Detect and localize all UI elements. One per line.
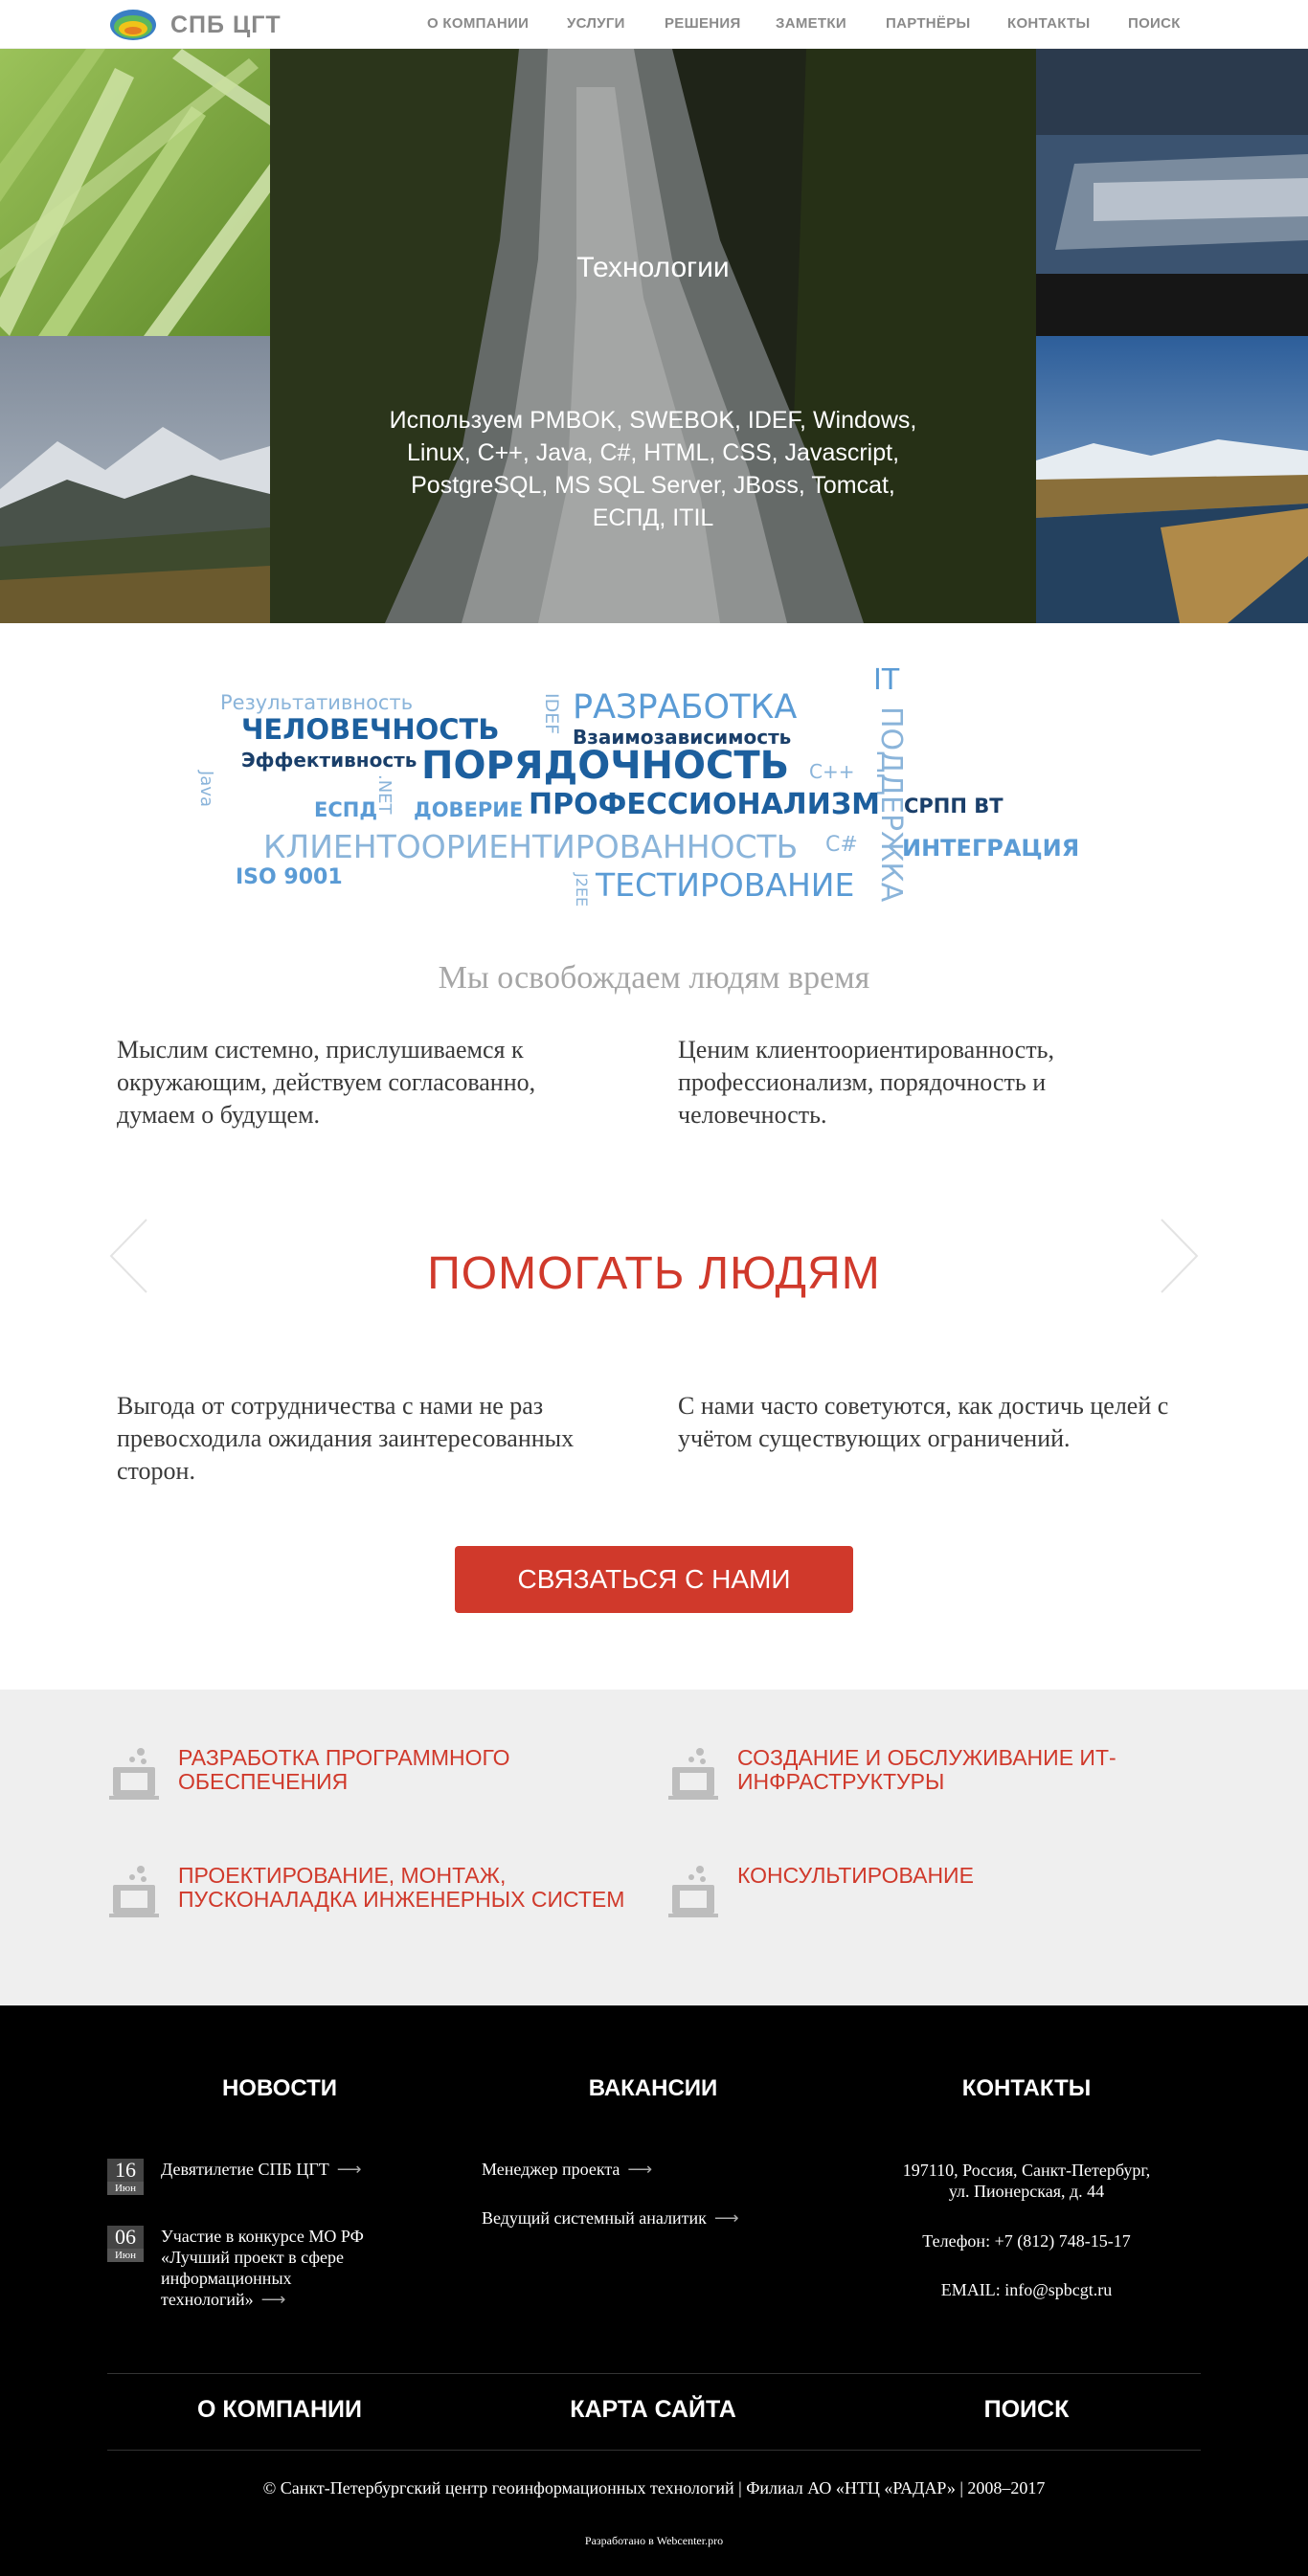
about-right-text: Ценим клиентоориентированность, професси… <box>678 1036 1054 1129</box>
cloud-word: ЕСПД <box>314 798 378 821</box>
cloud-word: ТЕСТИРОВАНИЕ <box>596 866 855 904</box>
cloud-word: ISO 9001 <box>236 865 343 889</box>
news-day: 06 <box>115 2225 136 2249</box>
cloud-word: КЛИЕНТООРИЕНТИРОВАННОСТЬ <box>263 828 799 865</box>
logo[interactable]: СПБ ЦГТ <box>109 8 282 42</box>
news-link[interactable]: Девятилетие СПБ ЦГТ ⟶ <box>161 2159 448 2195</box>
sea-photo <box>1036 49 1308 336</box>
slider-right-text: С нами часто советуются, как достичь цел… <box>678 1392 1169 1452</box>
mountains-photo <box>0 336 270 623</box>
logo-text: СПБ ЦГТ <box>170 11 282 38</box>
service-consulting[interactable]: КОНСУЛЬТИРОВАНИЕ <box>668 1864 1216 1919</box>
address-line: 197110, Россия, Санкт-Петербург, <box>902 2161 1151 2180</box>
news-link[interactable]: Участие в конкурсе МО РФ «Лучший проект … <box>161 2226 419 2310</box>
hero-title: Технологии <box>576 252 730 283</box>
nav-services[interactable]: УСЛУГИ <box>567 15 625 32</box>
grass-photo <box>0 49 270 336</box>
laptop-service-icon <box>668 1746 718 1802</box>
cloud-word: IT <box>873 663 900 697</box>
footer-divider <box>107 2373 1201 2374</box>
footer-divider <box>107 2450 1201 2451</box>
nav-partners[interactable]: ПАРТНЁРЫ <box>886 15 971 32</box>
cloud-word: C++ <box>809 760 855 783</box>
nav-solutions[interactable]: РЕШЕНИЯ <box>665 15 741 32</box>
logo-icon <box>109 9 157 41</box>
arrow-right-icon: ⟶ <box>713 2208 739 2228</box>
laptop-service-icon <box>109 1746 159 1802</box>
service-engineering-systems[interactable]: ПРОЕКТИРОВАНИЕ, МОНТАЖ, ПУСКОНАЛАДКА ИНЖ… <box>109 1864 657 1919</box>
laptop-service-icon <box>668 1864 718 1919</box>
cloud-word: Результативность <box>220 691 414 714</box>
cloud-word: ЧЕЛОВЕЧНОСТЬ <box>241 713 500 746</box>
values-word-cloud: Результативность ЧЕЛОВЕЧНОСТЬ Эффективно… <box>196 661 1101 919</box>
cloud-word: J2EE <box>573 873 591 907</box>
cloud-word: C# <box>825 833 858 857</box>
news-date: 16 Июн <box>107 2159 144 2195</box>
site-header: СПБ ЦГТ О КОМПАНИИ УСЛУГИ РЕШЕНИЯ ЗАМЕТК… <box>0 0 1308 49</box>
service-label: СОЗДАНИЕ И ОБСЛУЖИВАНИЕ ИТ-ИНФРАСТРУКТУР… <box>737 1745 1116 1794</box>
cloud-word: Java <box>196 771 216 808</box>
contacts-heading: КОНТАКТЫ <box>961 2075 1092 2101</box>
cloud-word: .NET <box>374 774 395 815</box>
nav-about[interactable]: О КОМПАНИИ <box>427 15 529 32</box>
news-date: 06 Июн <box>107 2226 144 2262</box>
vacancy-link[interactable]: Менеджер проекта ⟶ <box>482 2160 652 2180</box>
cloud-word: ДОВЕРИЕ <box>414 798 524 821</box>
vacancy-link[interactable]: Ведущий системный аналитик ⟶ <box>482 2208 739 2229</box>
news-item[interactable]: 16 Июн Девятилетие СПБ ЦГТ ⟶ <box>107 2159 448 2195</box>
service-it-infrastructure[interactable]: СОЗДАНИЕ И ОБСЛУЖИВАНИЕ ИТ-ИНФРАСТРУКТУР… <box>668 1746 1216 1802</box>
nav-notes[interactable]: ЗАМЕТКИ <box>776 15 846 32</box>
tagline: Мы освобождаем людям время <box>438 960 870 996</box>
service-label: ПРОЕКТИРОВАНИЕ, МОНТАЖ, ПУСКОНАЛАДКА ИНЖ… <box>178 1863 625 1912</box>
laptop-service-icon <box>109 1864 159 1919</box>
cloud-word: Эффективность <box>241 749 417 772</box>
footer-link-sitemap[interactable]: КАРТА САЙТА <box>462 2396 845 2424</box>
footer-link-search[interactable]: ПОИСК <box>835 2396 1218 2424</box>
hero-text: Используем PMBOK, SWEBOK, IDEF, Windows,… <box>389 407 917 531</box>
arrow-right-icon: ⟶ <box>336 2160 362 2179</box>
news-day: 16 <box>115 2158 136 2182</box>
contact-phone[interactable]: Телефон: +7 (812) 748-15-17 <box>835 2230 1218 2251</box>
cloud-word: ПОРЯДОЧНОСТЬ <box>421 744 790 788</box>
slider-title: ПОМОГАТЬ ЛЮДЯМ <box>427 1248 881 1299</box>
services-section: РАЗРАБОТКА ПРОГРАММНОГО ОБЕСПЕЧЕНИЯ СОЗД… <box>0 1690 1308 2005</box>
hero-banner: Технологии Используем PMBOK, SWEBOK, IDE… <box>0 49 1308 623</box>
arrow-right-icon: ⟶ <box>627 2160 653 2179</box>
news-month: Июн <box>107 2249 144 2262</box>
vacancies-heading: ВАКАНСИИ <box>588 2075 718 2101</box>
arrow-right-icon: ⟶ <box>260 2290 286 2309</box>
vacancy-title: Ведущий системный аналитик <box>482 2208 707 2228</box>
copyright: © Санкт-Петербургский центр геоинформаци… <box>262 2478 1046 2498</box>
news-heading: НОВОСТИ <box>221 2075 338 2101</box>
nav-search[interactable]: ПОИСК <box>1128 15 1181 32</box>
contact-address: 197110, Россия, Санкт-Петербург, ул. Пио… <box>835 2160 1218 2202</box>
news-month: Июн <box>107 2182 144 2195</box>
service-software-development[interactable]: РАЗРАБОТКА ПРОГРАММНОГО ОБЕСПЕЧЕНИЯ <box>109 1746 657 1802</box>
service-label: КОНСУЛЬТИРОВАНИЕ <box>737 1863 974 1888</box>
service-label: РАЗРАБОТКА ПРОГРАММНОГО ОБЕСПЕЧЕНИЯ <box>178 1745 510 1794</box>
cloud-word: СРПП ВТ <box>904 795 1004 818</box>
waterfall-photo: Технологии Используем PMBOK, SWEBOK, IDE… <box>270 49 1036 623</box>
nav-contacts[interactable]: КОНТАКТЫ <box>1007 15 1090 32</box>
lake-photo <box>1036 336 1308 623</box>
about-left-text: Мыслим системно, прислушиваемся к окружа… <box>117 1036 536 1129</box>
cloud-word: IDEF <box>541 693 562 735</box>
footer-link-about[interactable]: О КОМПАНИИ <box>88 2396 471 2424</box>
slider-left-text: Выгода от сотрудничества с нами не раз п… <box>117 1392 575 1485</box>
cloud-word: ИНТЕГРАЦИЯ <box>902 835 1080 862</box>
news-item[interactable]: 06 Июн Участие в конкурсе МО РФ «Лучший … <box>107 2226 419 2310</box>
vacancy-title: Менеджер проекта <box>482 2160 620 2179</box>
address-line: ул. Пионерская, д. 44 <box>948 2182 1105 2201</box>
developer-link[interactable]: Разработано в Webcenter.pro <box>0 2534 1308 2548</box>
news-title: Девятилетие СПБ ЦГТ <box>161 2160 329 2179</box>
cloud-word: РАЗРАБОТКА <box>573 688 798 727</box>
cloud-word: ПРОФЕССИОНАЛИЗМ <box>529 788 881 821</box>
contact-email[interactable]: EMAIL: info@spbcgt.ru <box>835 2279 1218 2300</box>
contact-us-button[interactable]: СВЯЗАТЬСЯ С НАМИ <box>455 1546 853 1613</box>
cloud-word: ПОДДЕРЖКА <box>874 706 908 903</box>
